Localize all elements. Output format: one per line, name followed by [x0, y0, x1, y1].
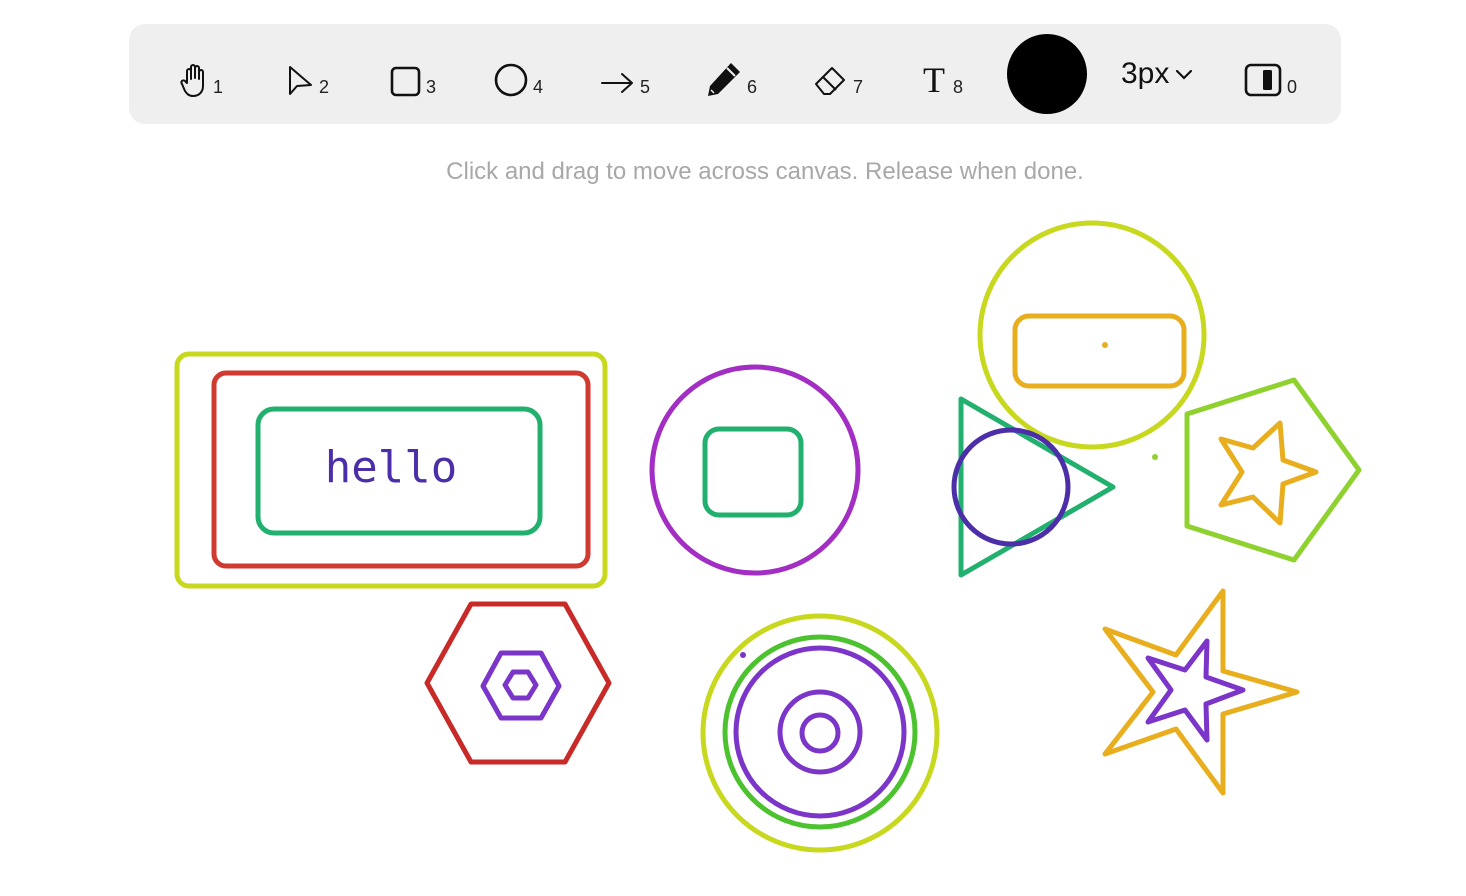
- circle-violet-large[interactable]: [733, 645, 907, 819]
- star-violet[interactable]: [1145, 638, 1246, 743]
- pentagon-yellowgreen[interactable]: [1184, 377, 1362, 563]
- rect-green-small[interactable]: [702, 426, 804, 518]
- circle-violet-mid[interactable]: [777, 689, 863, 775]
- hexagon-red[interactable]: [424, 601, 612, 765]
- circle-purple[interactable]: [649, 364, 861, 576]
- rect-orange[interactable]: [1012, 313, 1187, 389]
- circle-indigo[interactable]: [951, 427, 1071, 547]
- star-orange-small[interactable]: [1218, 420, 1319, 526]
- circle-violet-small[interactable]: [799, 712, 841, 754]
- canvas-text-hello[interactable]: hello: [325, 442, 457, 493]
- hexagon-violet-mid[interactable]: [480, 650, 562, 721]
- drawing-canvas[interactable]: hello: [0, 0, 1466, 896]
- triangle-green[interactable]: [958, 396, 1116, 578]
- dot-green[interactable]: [1152, 454, 1158, 460]
- hexagon-violet-small[interactable]: [502, 669, 539, 701]
- star-orange-large[interactable]: [1102, 588, 1300, 796]
- dot-violet[interactable]: [740, 652, 746, 658]
- circle-bright-green[interactable]: [722, 634, 918, 830]
- dot-orange[interactable]: [1102, 342, 1108, 348]
